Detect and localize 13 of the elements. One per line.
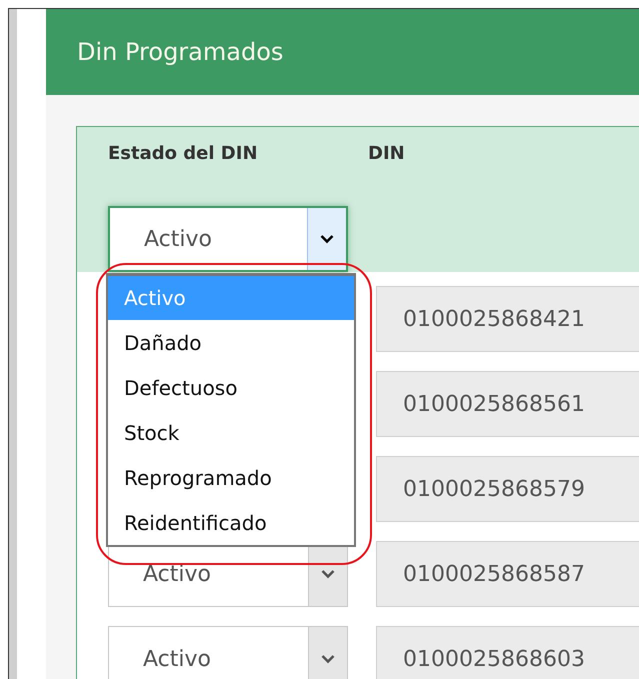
- din-field: 0100025868421: [376, 286, 639, 352]
- status-dropdown[interactable]: Activo: [108, 626, 348, 679]
- din-field: 0100025868603: [376, 626, 639, 679]
- din-field: 0100025868561: [376, 371, 639, 437]
- chevron-down-icon: [320, 234, 334, 244]
- panel-title: Din Programados: [77, 38, 284, 66]
- status-dropdown[interactable]: Activo: [108, 206, 348, 272]
- din-field: 0100025868579: [376, 456, 639, 522]
- column-label: Estado del DIN: [108, 143, 259, 164]
- chevron-down-icon: [321, 569, 335, 579]
- din-field: 0100025868587: [376, 541, 639, 607]
- column-label: DIN: [368, 143, 405, 164]
- chevron-down-icon: [321, 654, 335, 664]
